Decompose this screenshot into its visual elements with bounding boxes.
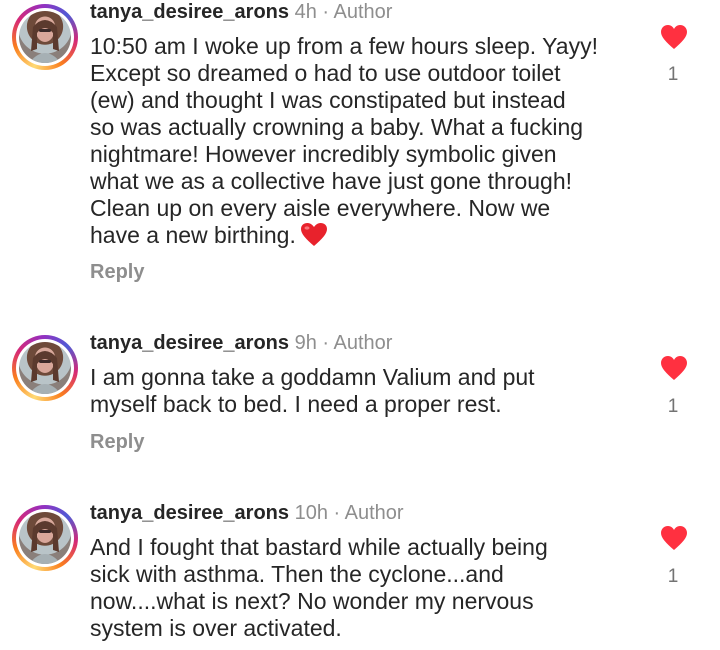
author-label: Author — [333, 332, 393, 354]
heart-icon[interactable] — [660, 24, 688, 50]
comment-meta: tanya_desiree_arons 10h · Author — [90, 501, 404, 525]
comment-line: so was actually crowning a baby. What a … — [90, 114, 584, 140]
comment-line: 10:50 am I woke up from a few hours slee… — [90, 33, 598, 59]
timestamp: 10h — [294, 502, 328, 524]
comment-text: And I fought that bastard while actually… — [90, 534, 650, 642]
avatar[interactable] — [12, 4, 78, 70]
timestamp: 9h — [294, 332, 317, 354]
comment-line: system is over activated. — [90, 615, 342, 641]
comment-text: 10:50 am I woke up from a few hours slee… — [90, 33, 650, 253]
separator: · — [333, 502, 341, 524]
author-label: Author — [344, 502, 404, 524]
profile-photo — [19, 512, 71, 564]
comment-meta: tanya_desiree_arons 4h · Author — [90, 0, 392, 24]
comment-line: And I fought that bastard while actually… — [90, 534, 548, 560]
comment-line: Except so dreamed o had to use outdoor t… — [90, 60, 561, 86]
avatar[interactable] — [12, 335, 78, 401]
like-count: 1 — [667, 64, 679, 85]
comment-line: myself back to bed. I need a proper rest… — [90, 391, 502, 417]
username[interactable]: tanya_desiree_arons — [90, 332, 289, 354]
comment-line: Clean up on every aisle everywhere. Now … — [90, 195, 551, 221]
comment-line: (ew) and thought I was constipated but i… — [90, 87, 566, 113]
timestamp: 4h — [294, 1, 317, 23]
comment-line: nightmare! However incredibly symbolic g… — [90, 141, 557, 167]
comment-line: I am gonna take a goddamn Valium and put — [90, 364, 535, 390]
comment-meta: tanya_desiree_arons 9h · Author — [90, 331, 392, 355]
like-count: 1 — [667, 566, 679, 587]
reply-button[interactable]: Reply — [90, 431, 144, 454]
like-count: 1 — [667, 396, 679, 417]
comment-line: sick with asthma. Then the cyclone...and — [90, 561, 504, 587]
reply-button[interactable]: Reply — [90, 261, 144, 284]
separator: · — [322, 332, 330, 354]
comment-line: now....what is next? No wonder my nervou… — [90, 588, 534, 614]
profile-photo — [19, 11, 71, 63]
comment-text: I am gonna take a goddamn Valium and put… — [90, 364, 650, 418]
heart-icon[interactable] — [660, 355, 688, 381]
username[interactable]: tanya_desiree_arons — [90, 502, 289, 524]
separator: · — [322, 1, 330, 23]
heart-icon[interactable] — [660, 525, 688, 551]
comment-line-last: have a new birthing. — [90, 222, 650, 253]
profile-photo — [19, 342, 71, 394]
red-heart-emoji-icon — [300, 222, 328, 253]
username[interactable]: tanya_desiree_arons — [90, 1, 289, 23]
author-label: Author — [333, 1, 393, 23]
comment-line: what we as a collective have just gone t… — [90, 168, 573, 194]
avatar[interactable] — [12, 505, 78, 571]
